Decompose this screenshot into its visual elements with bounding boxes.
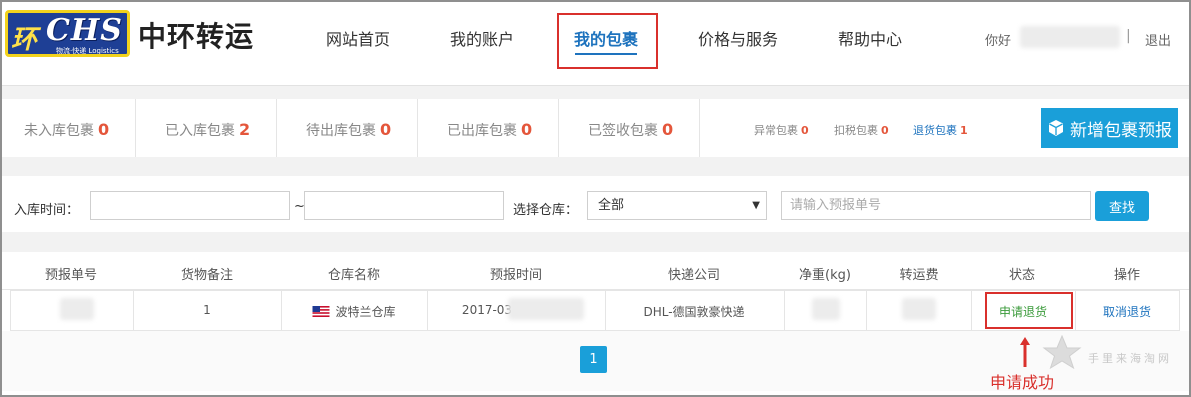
- screenshot-frame: [0, 0, 1191, 397]
